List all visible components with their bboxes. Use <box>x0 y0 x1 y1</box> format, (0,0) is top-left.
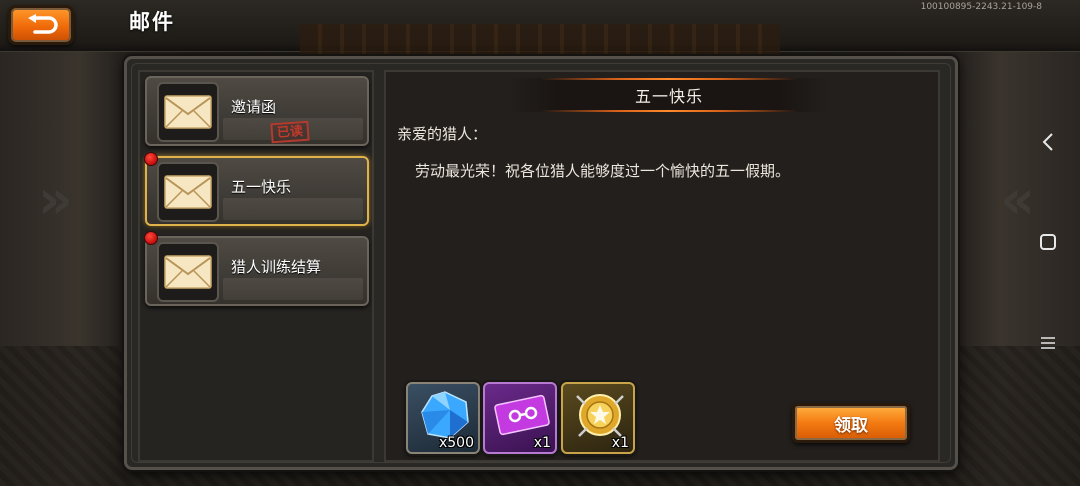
home-icon[interactable] <box>1034 228 1062 256</box>
reward-quantity: x1 <box>611 435 629 451</box>
reward-item-ticket[interactable]: x1 <box>483 382 557 454</box>
back-icon[interactable] <box>1034 128 1062 156</box>
left-chevron-decoration: » <box>38 168 73 231</box>
purple-ticket-icon <box>494 394 550 436</box>
mail-title-banner: 五一快乐 <box>510 78 828 112</box>
reward-quantity: x1 <box>533 435 551 451</box>
envelope-icon <box>157 242 219 302</box>
claim-button[interactable]: 领取 <box>792 403 910 443</box>
envelope-icon <box>157 82 219 142</box>
mail-title: 五一快乐 <box>634 87 703 106</box>
blue-gem-icon <box>421 391 469 439</box>
mail-item-label: 五一快乐 <box>231 178 292 196</box>
reward-quantity: x500 <box>438 435 474 451</box>
background-light-strip <box>300 24 780 58</box>
mail-item-label: 猎人训练结算 <box>231 258 322 276</box>
gold-medal-icon <box>576 394 624 437</box>
mail-item-invitation[interactable]: 邀请函 已读 <box>145 76 369 146</box>
back-button[interactable] <box>8 5 74 45</box>
mail-body: 劳动最光荣！祝各位猎人能够度过一个愉快的五一假期。 <box>415 162 791 180</box>
read-stamp: 已读 <box>270 120 310 144</box>
unread-dot <box>144 152 158 166</box>
return-arrow-icon <box>28 14 58 34</box>
mail-item-may-day[interactable]: 五一快乐 <box>145 156 369 226</box>
envelope-icon <box>157 162 219 222</box>
menu-icon[interactable] <box>1034 329 1062 357</box>
right-chevron-decoration: « <box>1000 168 1035 231</box>
unread-dot <box>144 231 158 245</box>
mail-item-label: 邀请函 <box>231 98 277 116</box>
version-label: 100100895-2243.21-109-8 <box>920 2 1042 12</box>
reward-item-gem[interactable]: x500 <box>406 382 480 454</box>
reward-item-medal[interactable]: x1 <box>561 382 635 454</box>
page-title: 邮件 <box>129 10 175 34</box>
mail-item-training-result[interactable]: 猎人训练结算 <box>145 236 369 306</box>
mail-greeting: 亲爱的猎人： <box>397 125 488 143</box>
